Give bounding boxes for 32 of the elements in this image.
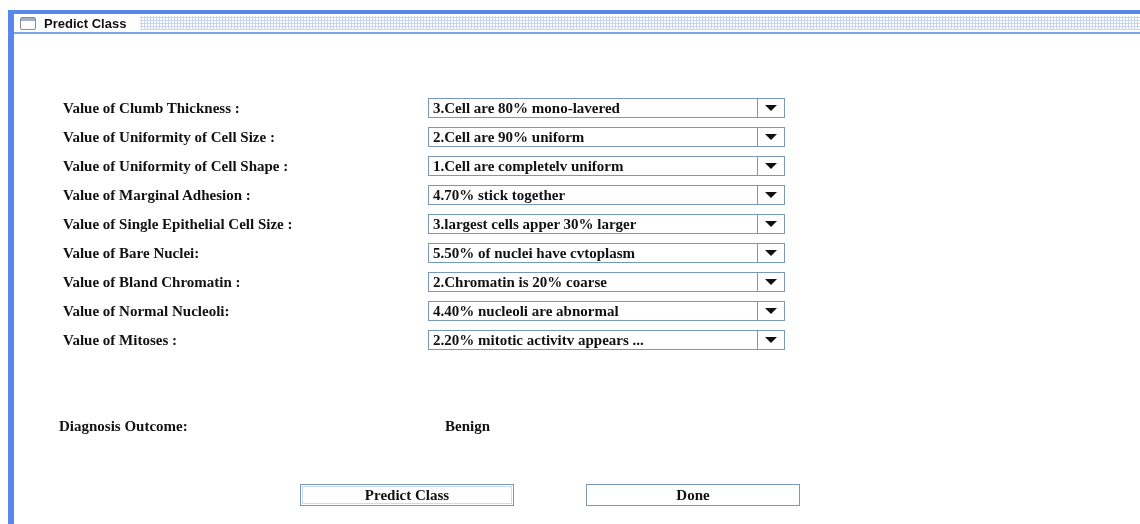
dropdown[interactable]: 1.Cell are completelv uniform: [428, 156, 785, 176]
caret-icon: [765, 308, 777, 314]
dropdown[interactable]: 3.Cell are 80% mono-lavered: [428, 98, 785, 118]
field-label: Value of Bare Nuclei:: [63, 244, 201, 262]
dropdown[interactable]: 2.Cell are 90% uniform: [428, 127, 785, 147]
field-label: Value of Mitoses :: [63, 331, 179, 349]
field-label: Value of Uniformity of Cell Shape :: [63, 157, 290, 175]
caret-icon: [765, 134, 777, 140]
caret-icon: [765, 105, 777, 111]
dropdown[interactable]: 2.20% mitotic activitv appears ...: [428, 330, 785, 350]
field-label: Value of Clumb Thickness :: [63, 99, 241, 117]
caret-icon: [765, 163, 777, 169]
dropdown[interactable]: 5.50% of nuclei have cvtoplasm: [428, 243, 785, 263]
dropdown[interactable]: 4.70% stick together: [428, 185, 785, 205]
dropdown[interactable]: 3.largest cells apper 30% larger: [428, 214, 785, 234]
outcome-value: Benign: [445, 418, 490, 435]
caret-icon: [765, 221, 777, 227]
outcome-label: Diagnosis Outcome:: [59, 418, 189, 435]
field-label: Value of Marginal Adhesion :: [63, 186, 252, 204]
caret-icon: [765, 279, 777, 285]
action-button[interactable]: Predict Class: [300, 484, 514, 506]
window-title: Predict Class: [44, 15, 128, 31]
caret-icon: [765, 250, 777, 256]
dropdown[interactable]: 4.40% nucleoli are abnormal: [428, 301, 785, 321]
field-label: Value of Uniformity of Cell Size :: [63, 128, 276, 146]
caret-icon: [765, 192, 777, 198]
field-label: Value of Bland Chromatin :: [63, 273, 242, 291]
dropdown[interactable]: 2.Chromatin is 20% coarse: [428, 272, 785, 292]
field-label: Value of Normal Nucleoli:: [63, 302, 231, 320]
action-button[interactable]: Done: [586, 484, 800, 506]
caret-icon: [765, 337, 777, 343]
field-label: Value of Single Epithelial Cell Size :: [63, 215, 294, 233]
